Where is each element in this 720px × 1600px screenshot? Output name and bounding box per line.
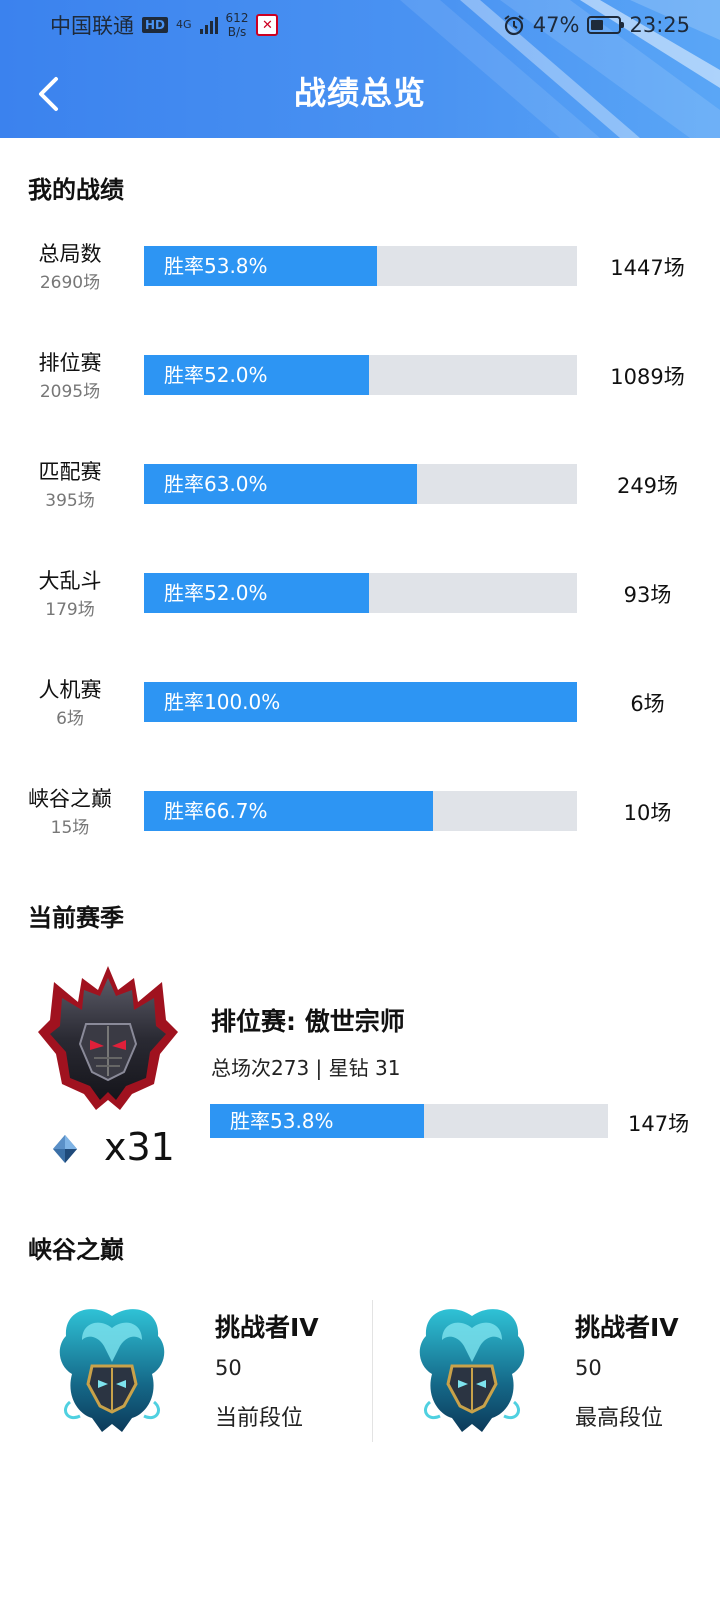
peak-label: 当前段位 bbox=[215, 1406, 304, 1431]
battery-percent: 47% bbox=[532, 13, 580, 37]
net-speed: 612 B/s bbox=[226, 11, 249, 39]
winrate-bar: 胜率53.8% bbox=[144, 246, 577, 286]
page-title: 战绩总览 bbox=[293, 74, 426, 112]
peak-label: 最高段位 bbox=[575, 1406, 664, 1431]
status-bar: 中国联通 HD 4G 612 B/s ✕ 47% 23:25 bbox=[0, 0, 720, 50]
stat-total-games: 2095场 bbox=[39, 382, 101, 402]
section-title-season: 当前赛季 bbox=[28, 904, 124, 932]
app-notification-icon: ✕ bbox=[256, 14, 279, 36]
peak-rank-name: 挑战者IV bbox=[215, 1313, 319, 1342]
stat-row-total[interactable]: 总局数 2690场 胜率53.8% 1447场 bbox=[0, 238, 720, 328]
stat-total-games: 395场 bbox=[45, 491, 95, 511]
speed-value: 612 bbox=[225, 11, 249, 25]
peak-highest-card[interactable]: 挑战者IV 50 最高段位 bbox=[390, 1296, 720, 1446]
season-wins: 147场 bbox=[628, 1112, 690, 1136]
stat-total-games: 15场 bbox=[50, 818, 90, 838]
header: 中国联通 HD 4G 612 B/s ✕ 47% 23:25 战绩总览 bbox=[0, 0, 720, 138]
stat-wins: 1447场 bbox=[610, 256, 685, 280]
star-count: x31 bbox=[104, 1125, 175, 1169]
speed-unit: B/s bbox=[227, 25, 247, 39]
stat-mode-name: 排位赛 bbox=[38, 351, 102, 375]
network-type: 4G bbox=[176, 19, 192, 31]
signal-icon bbox=[199, 16, 218, 34]
stat-mode-name: 峡谷之巅 bbox=[28, 787, 112, 811]
winrate-bar: 胜率52.0% bbox=[144, 573, 577, 613]
stat-wins: 6场 bbox=[630, 692, 665, 716]
stat-total-games: 2690场 bbox=[39, 273, 101, 293]
stat-mode-name: 总局数 bbox=[38, 242, 102, 266]
stat-total-games: 6场 bbox=[56, 709, 84, 729]
winrate-label: 胜率53.8% bbox=[164, 254, 268, 278]
grandmaster-emblem-icon bbox=[38, 966, 178, 1110]
challenger-emblem-icon bbox=[419, 1309, 525, 1432]
peak-score: 50 bbox=[575, 1356, 602, 1380]
stat-wins: 93场 bbox=[623, 583, 672, 607]
hd-badge: HD bbox=[142, 17, 169, 33]
stat-mode-name: 人机赛 bbox=[38, 678, 102, 702]
peak-current-card[interactable]: 挑战者IV 50 当前段位 bbox=[30, 1296, 370, 1446]
section-title-peak: 峡谷之巅 bbox=[28, 1236, 124, 1264]
carrier-label: 中国联通 bbox=[50, 14, 134, 38]
winrate-label: 胜率100.0% bbox=[164, 690, 281, 714]
winrate-label: 胜率66.7% bbox=[164, 799, 268, 823]
peak-score: 50 bbox=[215, 1356, 242, 1380]
stat-total-games: 179场 bbox=[45, 600, 95, 620]
stat-wins: 10场 bbox=[623, 801, 672, 825]
winrate-label: 胜率52.0% bbox=[164, 581, 268, 605]
stat-row-peak[interactable]: 峡谷之巅 15场 胜率66.7% 10场 bbox=[0, 783, 720, 873]
stat-wins: 1089场 bbox=[610, 365, 685, 389]
winrate-label: 胜率63.0% bbox=[164, 472, 268, 496]
stat-mode-name: 大乱斗 bbox=[38, 569, 102, 593]
stat-row-match[interactable]: 匹配赛 395场 胜率63.0% 249场 bbox=[0, 456, 720, 546]
section-title-my-stats: 我的战绩 bbox=[28, 176, 124, 204]
stat-row-brawl[interactable]: 大乱斗 179场 胜率52.0% 93场 bbox=[0, 565, 720, 655]
challenger-emblem-icon bbox=[59, 1309, 165, 1432]
winrate-bar: 胜率66.7% bbox=[144, 791, 577, 831]
season-winrate-label: 胜率53.8% bbox=[230, 1109, 334, 1133]
winrate-bar: 胜率63.0% bbox=[144, 464, 577, 504]
star-diamond-icon bbox=[53, 1135, 77, 1163]
stat-wins: 249场 bbox=[616, 474, 679, 498]
winrate-label: 胜率52.0% bbox=[164, 363, 268, 387]
stat-row-ranked[interactable]: 排位赛 2095场 胜率52.0% 1089场 bbox=[0, 347, 720, 437]
season-rank-title: 排位赛: 傲世宗师 bbox=[211, 1007, 405, 1036]
battery-icon bbox=[587, 16, 625, 34]
season-summary: 总场次273 | 星钻 31 bbox=[211, 1056, 401, 1080]
peak-divider bbox=[372, 1300, 373, 1442]
winrate-bar: 胜率52.0% bbox=[144, 355, 577, 395]
winrate-bar: 胜率100.0% bbox=[144, 682, 577, 722]
stat-mode-name: 匹配赛 bbox=[38, 460, 102, 484]
peak-rank-name: 挑战者IV bbox=[575, 1313, 679, 1342]
alarm-icon bbox=[504, 15, 524, 36]
stat-row-ai[interactable]: 人机赛 6场 胜率100.0% 6场 bbox=[0, 674, 720, 764]
season-winrate-bar: 胜率53.8% bbox=[210, 1104, 608, 1138]
net-type-label: 4G bbox=[176, 18, 192, 31]
clock: 23:25 bbox=[629, 13, 690, 37]
